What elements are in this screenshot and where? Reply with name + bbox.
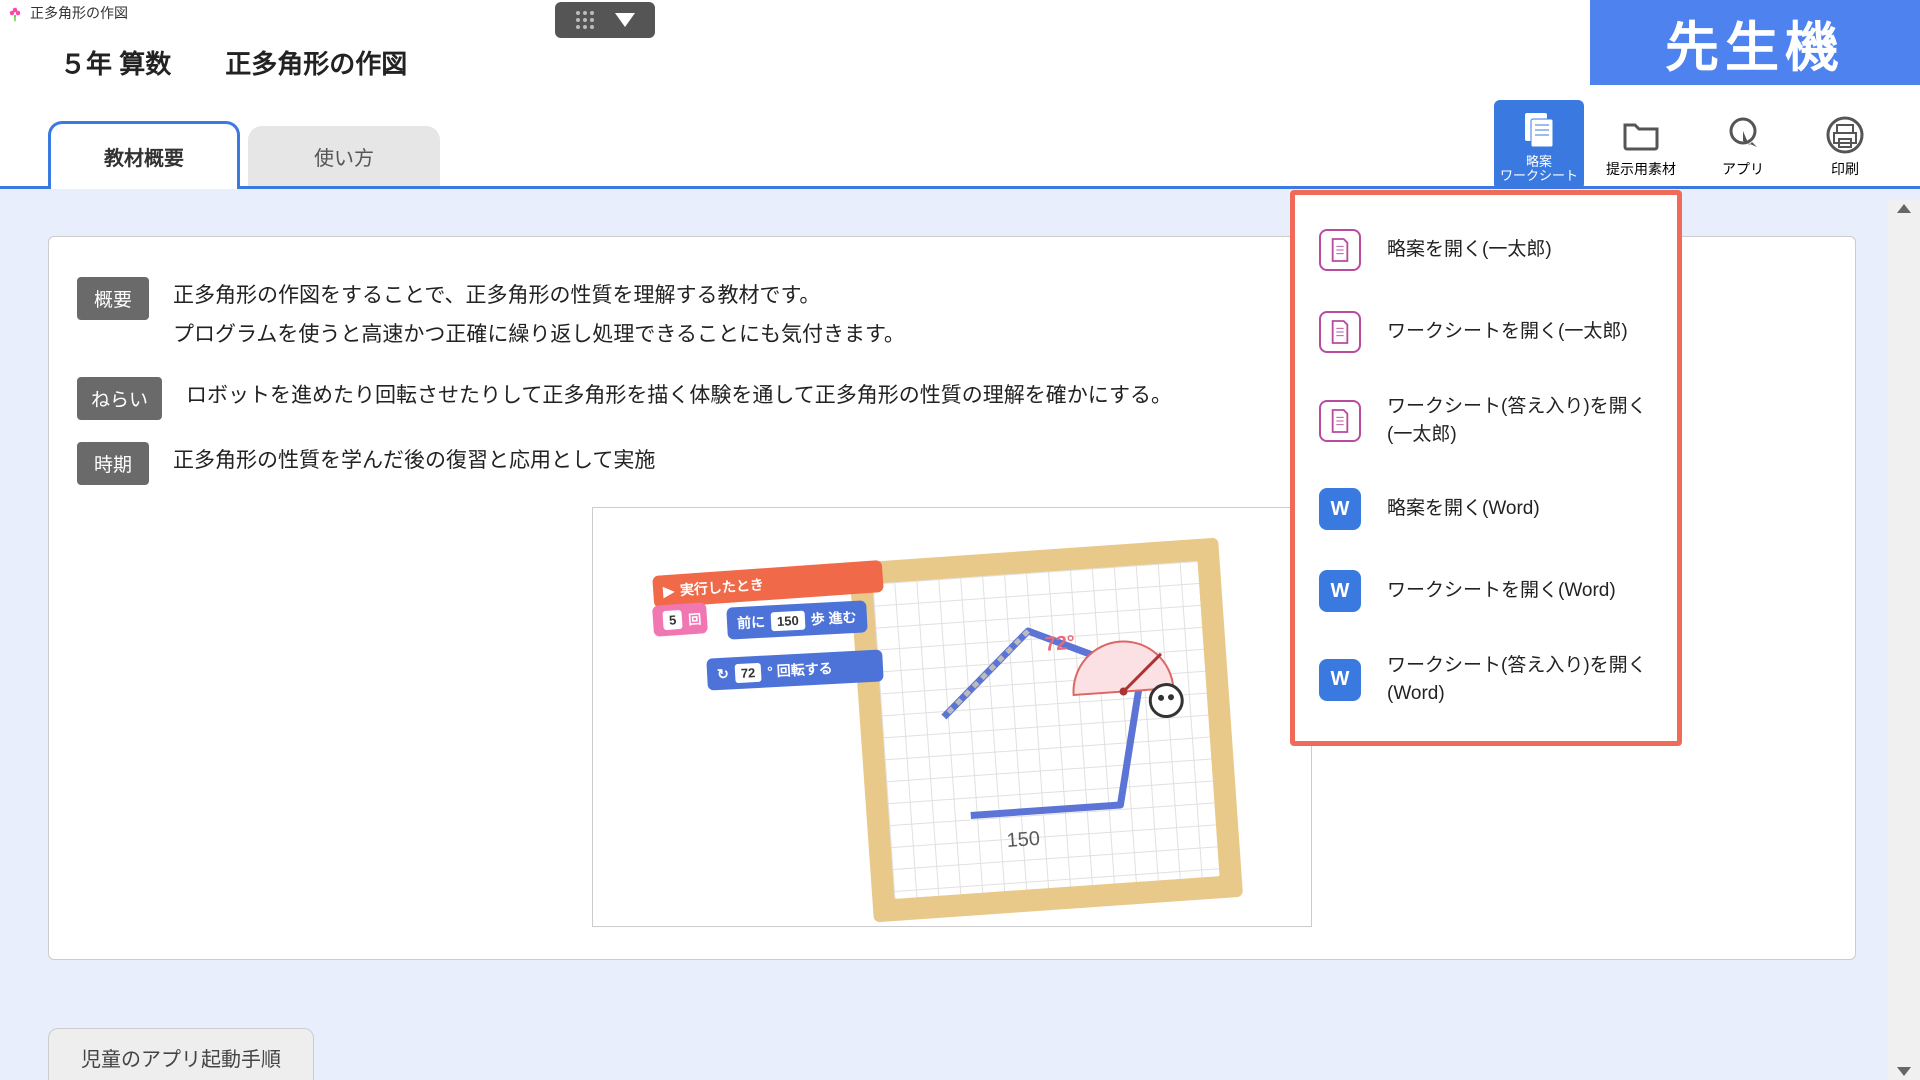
printer-icon <box>1823 113 1867 157</box>
summary-text: 正多角形の作図をすることで、正多角形の性質を理解する教材です。 プログラムを使う… <box>173 277 905 355</box>
block-rotate: ↻ 72° 回転する <box>706 649 883 690</box>
toolbar-apps-button[interactable]: アプリ <box>1698 100 1788 190</box>
window-title: 正多角形の作図 <box>30 3 128 23</box>
folder-icon <box>1619 113 1663 157</box>
worksheet-menu: 略案を開く(一太郎) ワークシートを開く(一太郎) ワークシート(答え入り)を開… <box>1290 190 1682 746</box>
ichitaro-icon <box>1319 229 1361 271</box>
toolbar-print-label: 印刷 <box>1831 161 1859 178</box>
vertical-scrollbar[interactable] <box>1888 200 1920 1080</box>
breadcrumb-unit: 正多角形の作図 <box>225 44 407 81</box>
aim-tag: ねらい <box>77 377 162 420</box>
grid-icon <box>576 11 594 29</box>
scroll-down-icon[interactable] <box>1897 1067 1911 1076</box>
scroll-up-icon[interactable] <box>1897 204 1911 213</box>
menu-open-worksheet-ans-ichitaro[interactable]: ワークシート(答え入り)を開く(一太郎) <box>1295 373 1677 468</box>
menu-open-worksheet-ichitaro[interactable]: ワークシートを開く(一太郎) <box>1295 291 1677 373</box>
toolbar-apps-label: アプリ <box>1722 161 1764 178</box>
chevron-down-icon <box>615 13 635 27</box>
summary-tag: 概要 <box>77 277 149 320</box>
word-icon: W <box>1319 570 1361 612</box>
tab-overview[interactable]: 教材概要 <box>48 121 240 189</box>
ichitaro-icon <box>1319 400 1361 442</box>
word-icon: W <box>1319 659 1361 701</box>
breadcrumb-grade: ５年 算数 <box>60 44 171 81</box>
tab-usage[interactable]: 使い方 <box>248 126 440 186</box>
menu-open-plan-ichitaro[interactable]: 略案を開く(一太郎) <box>1295 209 1677 291</box>
document-stack-icon <box>1517 107 1561 151</box>
aim-text: ロボットを進めたり回転させたりして正多角形を描く体験を通して正多角形の性質の理解… <box>186 377 1172 416</box>
block-forward: 前に150歩 進む <box>726 600 867 639</box>
menu-open-worksheet-word[interactable]: W ワークシートを開く(Word) <box>1295 550 1677 632</box>
code-blocks: ▶ 実行したとき 5回 前に150歩 進む ↻ 72° 回転する <box>653 568 883 690</box>
toolbar-plan-button[interactable]: 略案 ワークシート <box>1494 100 1584 190</box>
tab-underline <box>0 186 1920 189</box>
flower-icon <box>6 4 24 22</box>
block-repeat: 5回 <box>652 602 708 637</box>
timing-text: 正多角形の性質を学んだ後の復習と応用として実施 <box>173 442 655 481</box>
robot-icon <box>1146 680 1187 721</box>
grid-dropdown-button[interactable] <box>555 2 655 38</box>
word-icon: W <box>1319 488 1361 530</box>
breadcrumb: ５年 算数 正多角形の作図 <box>60 44 407 81</box>
toolbar-print-button[interactable]: 印刷 <box>1800 100 1890 190</box>
illustration: 72° 150 ▶ 実行したとき 5回 前に150歩 進む ↻ 72° 回転する <box>592 507 1312 927</box>
menu-open-worksheet-ans-word[interactable]: W ワークシート(答え入り)を開く(Word) <box>1295 632 1677 727</box>
menu-open-plan-word[interactable]: W 略案を開く(Word) <box>1295 468 1677 550</box>
ichitaro-icon <box>1319 311 1361 353</box>
length-label: 150 <box>1006 827 1041 852</box>
toolbar-materials-button[interactable]: 提示用素材 <box>1596 100 1686 190</box>
toolbar-plan-label: 略案 ワークシート <box>1500 155 1578 184</box>
toolbar: 略案 ワークシート 提示用素材 アプリ 印刷 <box>1494 100 1890 190</box>
pointer-icon <box>1721 113 1765 157</box>
tab-row: 教材概要 使い方 <box>48 118 440 186</box>
bottom-section-header[interactable]: 児童のアプリ起動手順 <box>48 1028 314 1080</box>
timing-tag: 時期 <box>77 442 149 485</box>
toolbar-materials-label: 提示用素材 <box>1606 161 1676 178</box>
